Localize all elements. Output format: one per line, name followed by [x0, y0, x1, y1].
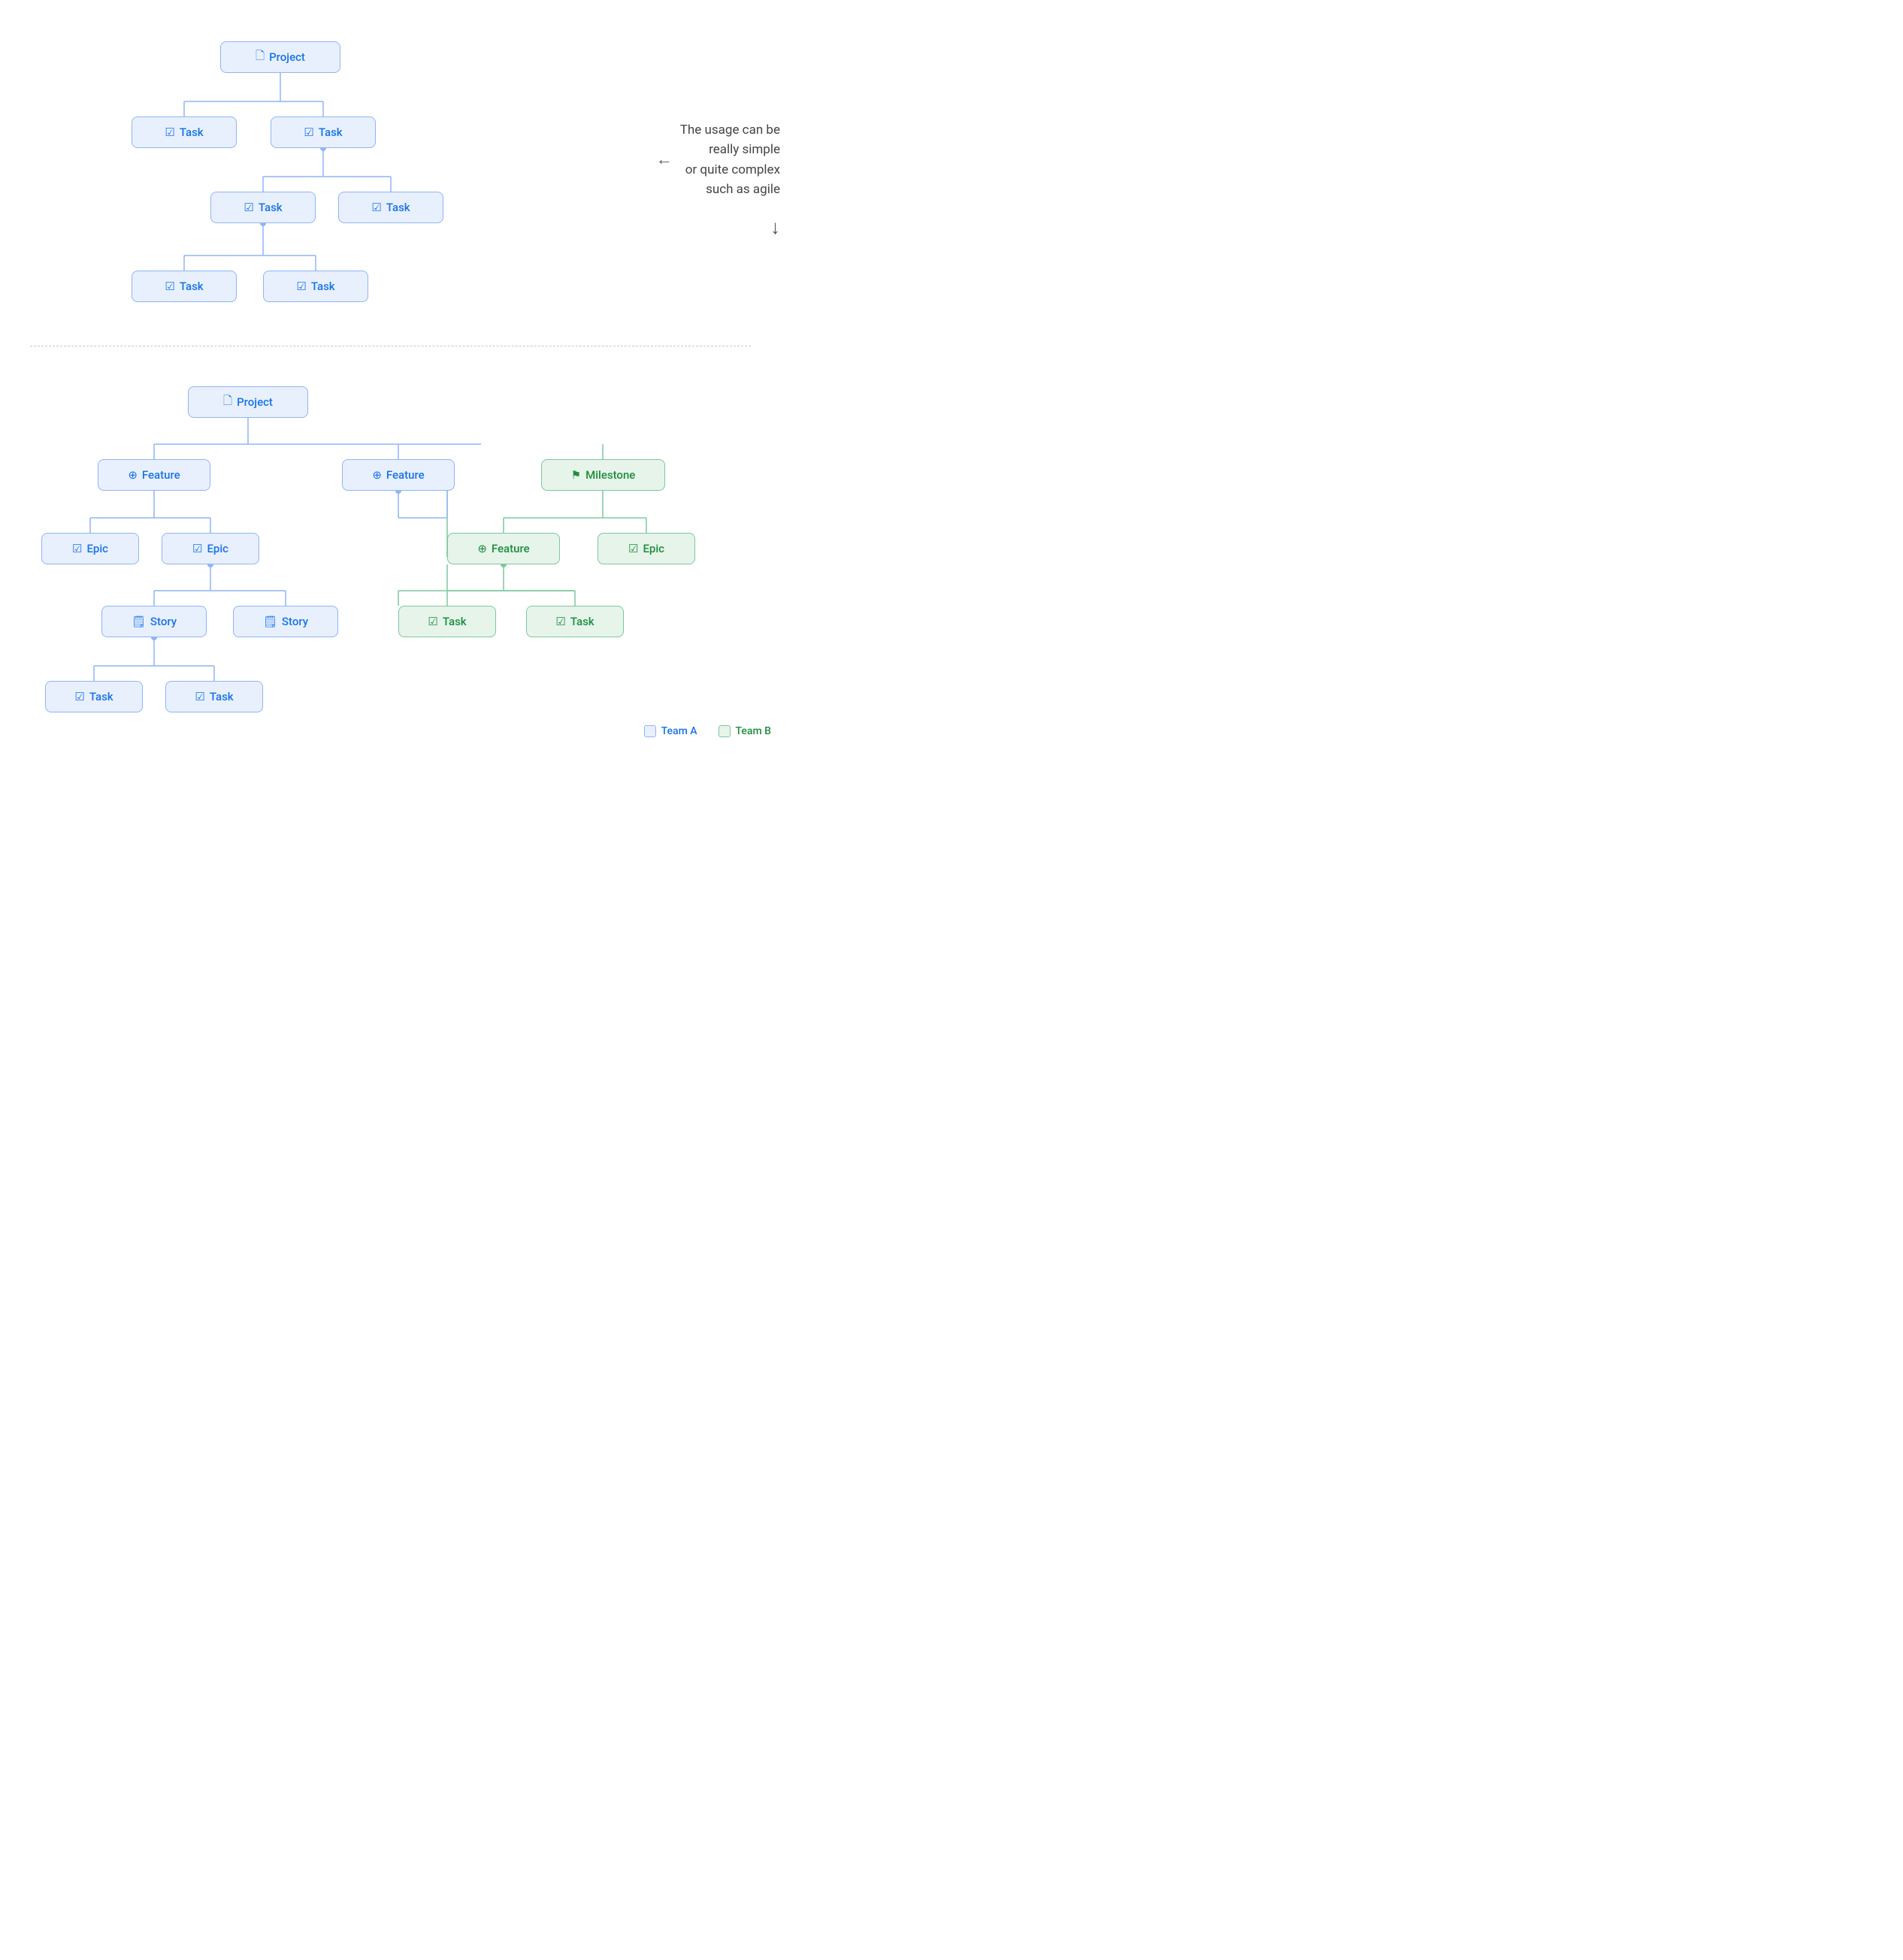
node-d1-task5-label: Task: [180, 280, 204, 293]
node-d2-feature1-label: Feature: [142, 468, 180, 482]
node-d2-milestone: ⚑ Milestone: [541, 459, 665, 491]
node-d1-task3: ☑ Task: [210, 192, 316, 223]
node-d2-project-label: Project: [237, 395, 273, 409]
node-d1-task1-label: Task: [180, 126, 204, 139]
node-d2-feature2: ⊕ Feature: [342, 459, 455, 491]
node-d2-project: 🗋 Project: [188, 386, 308, 418]
diagram-section-2: 🗋 Project ⊕ Feature ⊕ Feature ⚑ Mileston…: [0, 361, 801, 760]
node-d1-task1: ☑ Task: [132, 116, 237, 148]
annotation-arrow-down: ↓: [607, 213, 780, 243]
node-d2-epic3: ☑ Epic: [598, 533, 695, 564]
node-d2-epic3-label: Epic: [643, 542, 664, 555]
diagram-section-1: 🗋 Project ☑ Task ☑ Task ☑ Task ☑ Task ☑ …: [0, 0, 801, 346]
legend-team-a-label: Team A: [661, 725, 697, 737]
node-d2-feature3-icon: ⊕: [477, 542, 487, 555]
legend-team-b-label: Team B: [736, 725, 771, 737]
node-d2-epic1-label: Epic: [86, 542, 108, 555]
node-d2-milestone-icon: ⚑: [571, 468, 581, 482]
node-d1-task2-icon: ☑: [304, 126, 313, 139]
legend-team-a: Team A: [644, 725, 697, 737]
node-d1-task3-icon: ☑: [244, 201, 253, 214]
node-d2-feature1: ⊕ Feature: [98, 459, 210, 491]
node-d2-story1-label: Story: [150, 615, 177, 628]
node-d2-story1-icon: 🗒: [132, 615, 146, 628]
node-d2-task-g2-label: Task: [570, 615, 594, 628]
node-d2-task-g1-label: Task: [443, 615, 467, 628]
node-d2-epic2: ☑ Epic: [162, 533, 259, 564]
annotation-line3: or quite complex: [680, 160, 780, 180]
node-d2-story1: 🗒 Story: [101, 606, 207, 637]
node-d1-task4: ☑ Task: [338, 192, 443, 223]
node-d2-feature2-icon: ⊕: [372, 468, 382, 482]
node-d2-epic1: ☑ Epic: [41, 533, 139, 564]
node-d2-epic2-label: Epic: [207, 542, 228, 555]
node-d2-task2-icon: ☑: [195, 690, 204, 703]
node-d1-task5: ☑ Task: [132, 271, 237, 302]
legend: Team A Team B: [644, 725, 771, 737]
node-d2-feature2-label: Feature: [386, 468, 425, 482]
node-d1-task5-icon: ☑: [165, 280, 174, 293]
node-d2-feature3-label: Feature: [492, 542, 530, 555]
node-d1-task6: ☑ Task: [263, 271, 368, 302]
node-d2-task2-label: Task: [210, 690, 234, 703]
annotation-line4: such as agile: [680, 180, 780, 199]
node-d2-epic2-icon: ☑: [192, 542, 202, 555]
node-d2-milestone-label: Milestone: [585, 468, 635, 482]
annotation-line1: The usage can be: [680, 120, 780, 140]
node-d2-epic1-icon: ☑: [72, 542, 82, 555]
node-d2-project-icon: 🗋: [223, 393, 232, 412]
node-project-1-icon: 🗋: [256, 48, 265, 67]
legend-team-b: Team B: [719, 725, 771, 737]
node-d1-task2-label: Task: [319, 126, 343, 139]
node-d2-task-g1-icon: ☑: [428, 615, 437, 628]
node-d1-task1-icon: ☑: [165, 126, 174, 139]
node-d2-feature3: ⊕ Feature: [447, 533, 560, 564]
node-d2-feature1-icon: ⊕: [128, 468, 138, 482]
annotation-line2: really simple: [680, 140, 780, 159]
node-d1-task6-label: Task: [311, 280, 335, 293]
node-d2-task1-label: Task: [89, 690, 113, 703]
node-d2-task2: ☑ Task: [165, 681, 263, 712]
node-d2-story2: 🗒 Story: [233, 606, 338, 637]
node-d2-story2-label: Story: [282, 615, 308, 628]
node-project-1-label: Project: [269, 50, 305, 64]
node-d1-task4-label: Task: [386, 201, 410, 214]
annotation-text: ← The usage can be really simple or quit…: [607, 120, 780, 243]
node-project-1: 🗋 Project: [220, 41, 340, 73]
legend-team-a-box: [644, 725, 656, 737]
node-d1-task4-icon: ☑: [371, 201, 381, 214]
node-d2-task-g1: ☑ Task: [398, 606, 496, 637]
node-d2-task-g2: ☑ Task: [526, 606, 624, 637]
node-d1-task6-icon: ☑: [296, 280, 306, 293]
node-d2-task-g2-icon: ☑: [555, 615, 565, 628]
node-d1-task3-label: Task: [259, 201, 283, 214]
node-d2-epic3-icon: ☑: [628, 542, 638, 555]
node-d2-task1: ☑ Task: [45, 681, 143, 712]
legend-team-b-box: [719, 725, 731, 737]
node-d2-task1-icon: ☑: [74, 690, 84, 703]
node-d2-story2-icon: 🗒: [263, 615, 277, 628]
node-d1-task2: ☑ Task: [271, 116, 376, 148]
